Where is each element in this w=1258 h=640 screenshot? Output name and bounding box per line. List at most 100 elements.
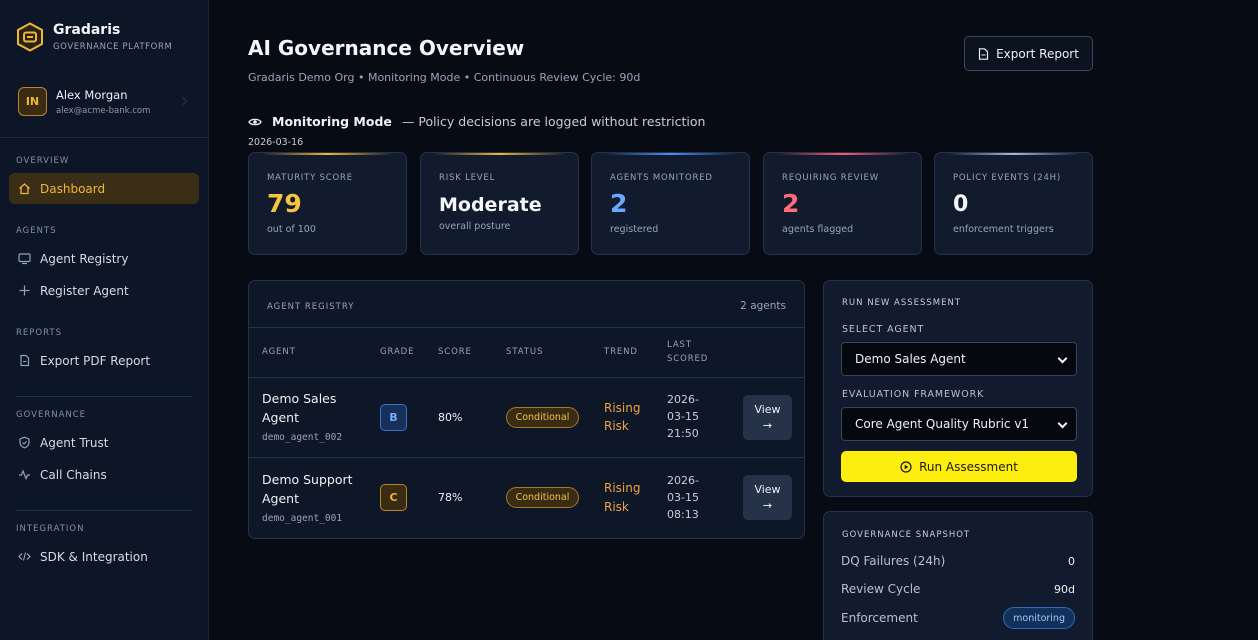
brand-name: Gradaris xyxy=(53,22,121,38)
file-icon xyxy=(18,354,31,367)
trend-line-1: Rising xyxy=(604,401,641,415)
last-scored-line-2: 03-15 xyxy=(667,491,699,504)
sidebar-item-label: SDK & Integration xyxy=(40,549,148,564)
review-cycle-label: Review Cycle xyxy=(841,582,921,596)
section-reports: REPORTS xyxy=(16,328,62,338)
run-assessment-panel: RUN NEW ASSESSMENT SELECT AGENT Demo Sal… xyxy=(823,280,1093,497)
home-icon xyxy=(18,182,31,195)
stat-card-maturity: MATURITY SCORE 79 out of 100 xyxy=(248,152,407,255)
shield-icon xyxy=(18,436,31,449)
view-agent-button[interactable]: View → xyxy=(743,395,792,440)
sidebar-item-sdk[interactable]: SDK & Integration xyxy=(9,541,199,572)
sidebar-item-label: Dashboard xyxy=(40,181,106,196)
assessment-title: RUN NEW ASSESSMENT xyxy=(842,298,962,308)
chevron-right-icon[interactable] xyxy=(178,96,188,106)
stat-value: 0 xyxy=(953,192,969,217)
divider xyxy=(0,137,208,138)
framework-label: EVALUATION FRAMEWORK xyxy=(842,389,985,400)
sidebar-item-label: Export PDF Report xyxy=(40,353,151,368)
grade-badge: B xyxy=(380,404,407,431)
stat-label: MATURITY SCORE xyxy=(267,173,353,183)
registry-header: AGENT REGISTRY 2 agents xyxy=(249,281,804,328)
last-scored-line-3: 21:50 xyxy=(667,427,699,440)
column-header-last: LAST xyxy=(667,340,692,350)
brand-subtitle: GOVERNANCE PLATFORM xyxy=(53,42,173,52)
agent-registry-panel: AGENT REGISTRY 2 agents AGENT GRADE SCOR… xyxy=(248,280,805,539)
monitor-icon xyxy=(18,252,31,265)
section-agents: AGENTS xyxy=(16,226,57,236)
eye-icon xyxy=(248,118,262,125)
column-header-status: STATUS xyxy=(506,347,544,357)
framework-value: Core Agent Quality Rubric v1 xyxy=(855,417,1030,431)
brand[interactable]: Gradaris GOVERNANCE PLATFORM xyxy=(16,22,172,52)
agent-name[interactable]: Demo Support Agent xyxy=(262,470,372,508)
code-icon xyxy=(18,550,31,563)
sidebar-item-agent-trust[interactable]: Agent Trust xyxy=(9,427,199,458)
plus-icon xyxy=(18,284,31,297)
view-agent-button[interactable]: View → xyxy=(743,475,792,520)
agent-name[interactable]: Demo Sales Agent xyxy=(262,389,372,427)
stat-card-policy-events: POLICY EVENTS (24H) 0 enforcement trigge… xyxy=(934,152,1093,255)
sidebar-item-export-pdf[interactable]: Export PDF Report xyxy=(9,345,199,376)
stat-card-agents-monitored: AGENTS MONITORED 2 registered xyxy=(591,152,750,255)
framework-dropdown[interactable]: Core Agent Quality Rubric v1 xyxy=(841,407,1077,441)
card-accent-bar xyxy=(261,153,394,155)
run-assessment-button[interactable]: Run Assessment xyxy=(841,451,1077,482)
score-value: 80% xyxy=(438,411,463,424)
current-date: 2026-03-16 xyxy=(248,137,304,148)
stat-label: POLICY EVENTS (24H) xyxy=(953,173,1061,183)
dq-failures-value: 0 xyxy=(1068,555,1075,568)
mode-description: — Policy decisions are logged without re… xyxy=(401,114,706,129)
user-profile[interactable]: IN Alex Morgan alex@acme-bank.com xyxy=(18,87,150,116)
file-icon xyxy=(978,47,989,60)
last-scored-line-1: 2026- xyxy=(667,393,699,406)
sidebar-item-call-chains[interactable]: Call Chains xyxy=(9,459,199,490)
agent-id: demo_agent_001 xyxy=(262,513,343,524)
governance-snapshot-panel: GOVERNANCE SNAPSHOT DQ Failures (24h) 0 … xyxy=(823,511,1093,640)
sidebar-item-agent-registry[interactable]: Agent Registry xyxy=(9,243,199,274)
stat-value: Moderate xyxy=(439,194,542,216)
page-title: AI Governance Overview xyxy=(248,36,525,60)
sidebar-item-label: Agent Registry xyxy=(40,251,129,266)
grade-badge: C xyxy=(380,484,407,511)
user-name: Alex Morgan xyxy=(56,87,128,102)
sidebar: Gradaris GOVERNANCE PLATFORM IN Alex Mor… xyxy=(0,0,209,640)
dq-failures-label: DQ Failures (24h) xyxy=(841,554,946,568)
status-badge: Conditional xyxy=(506,487,579,508)
registry-title: AGENT REGISTRY xyxy=(267,302,355,312)
card-accent-bar xyxy=(604,153,737,155)
divider xyxy=(249,377,804,378)
play-circle-icon xyxy=(900,460,912,473)
stat-card-risk-level: RISK LEVEL Moderate overall posture xyxy=(420,152,579,255)
enforcement-badge: monitoring xyxy=(1003,607,1075,629)
last-scored-line-3: 08:13 xyxy=(667,508,699,521)
sidebar-item-dashboard[interactable]: Dashboard xyxy=(9,173,199,204)
export-report-label: Export Report xyxy=(996,46,1079,61)
stat-label: REQUIRING REVIEW xyxy=(782,173,879,183)
divider xyxy=(249,457,804,458)
chevron-down-icon xyxy=(1057,418,1068,429)
stat-card-requiring-review: REQUIRING REVIEW 2 agents flagged xyxy=(763,152,922,255)
stat-description: enforcement triggers xyxy=(953,224,1054,235)
select-agent-value: Demo Sales Agent xyxy=(855,352,966,366)
registry-count: 2 agents xyxy=(740,300,786,312)
column-header-grade: GRADE xyxy=(380,347,415,357)
export-report-button[interactable]: Export Report xyxy=(964,36,1093,71)
card-accent-bar xyxy=(776,153,909,155)
column-header-trend: TREND xyxy=(604,347,638,357)
select-agent-dropdown[interactable]: Demo Sales Agent xyxy=(841,342,1077,376)
arrow-right-icon: → xyxy=(762,498,773,512)
stat-description: agents flagged xyxy=(782,224,854,235)
mode-title: Monitoring Mode xyxy=(272,114,392,129)
column-header-agent: AGENT xyxy=(262,347,296,357)
stat-value: 2 xyxy=(782,189,800,218)
column-header-scored: SCORED xyxy=(667,354,709,364)
view-label: View xyxy=(754,402,781,416)
sidebar-item-label: Call Chains xyxy=(40,467,107,482)
sidebar-item-register-agent[interactable]: Register Agent xyxy=(9,275,199,306)
stat-label: AGENTS MONITORED xyxy=(610,173,713,183)
chevron-down-icon xyxy=(1057,353,1068,364)
divider xyxy=(16,396,192,397)
section-overview: OVERVIEW xyxy=(16,156,70,166)
snapshot-title: GOVERNANCE SNAPSHOT xyxy=(842,530,971,540)
